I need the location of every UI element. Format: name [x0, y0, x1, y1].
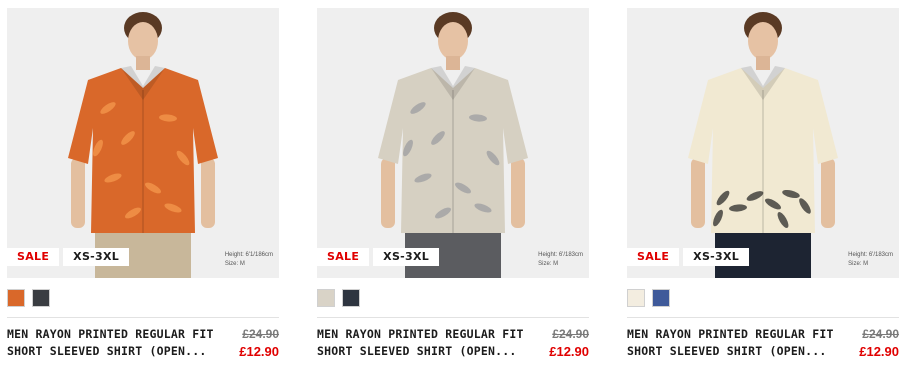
product-grid: SALE XS-3XL Height: 6'1/186cm Size: M ME…: [0, 0, 908, 380]
size-range-badge: XS-3XL: [63, 248, 130, 266]
right-arm: [201, 158, 215, 228]
model-height: Height: 6'/183cm: [538, 252, 583, 258]
product-image[interactable]: SALE XS-3XL Height: 6'/183cm Size: M: [627, 8, 899, 278]
model-info: Height: 6'/183cm Size: M: [848, 251, 893, 269]
sale-price: £12.90: [549, 344, 589, 359]
head: [438, 22, 468, 60]
head: [128, 22, 158, 60]
product-name-line: SHORT SLEEVED SHIRT (OPEN...: [7, 344, 207, 358]
sale-badge: SALE: [7, 248, 60, 266]
color-swatch[interactable]: [627, 289, 645, 307]
model-size: Size: M: [848, 261, 869, 267]
original-price: £24.90: [552, 327, 589, 341]
color-swatch[interactable]: [317, 289, 335, 307]
product-name-line: MEN RAYON PRINTED REGULAR FIT: [317, 327, 524, 341]
model-photo: [68, 12, 218, 278]
product-name-line: MEN RAYON PRINTED REGULAR FIT: [627, 327, 834, 341]
model-height: Height: 6'1/186cm: [224, 252, 273, 258]
color-swatch[interactable]: [342, 289, 360, 307]
color-swatches: [7, 289, 50, 307]
neck: [136, 56, 150, 70]
model-size: Size: M: [538, 261, 559, 267]
sale-badge: SALE: [627, 248, 680, 266]
size-range-badge: XS-3XL: [373, 248, 440, 266]
product-card[interactable]: SALE XS-3XL Height: 6'1/186cm Size: M ME…: [7, 8, 279, 376]
model-photo: [688, 12, 838, 278]
divider: [627, 317, 899, 318]
left-arm: [381, 158, 395, 228]
product-name-line: SHORT SLEEVED SHIRT (OPEN...: [317, 344, 517, 358]
neck: [756, 56, 770, 70]
model-info: Height: 6'1/186cm Size: M: [225, 251, 273, 269]
left-arm: [691, 158, 705, 228]
product-name-link[interactable]: MEN RAYON PRINTED REGULAR FIT SHORT SLEE…: [317, 326, 524, 360]
color-swatch[interactable]: [32, 289, 50, 307]
original-price: £24.90: [242, 327, 279, 341]
right-arm: [511, 158, 525, 228]
product-name-line: SHORT SLEEVED SHIRT (OPEN...: [627, 344, 827, 358]
color-swatches: [627, 289, 670, 307]
product-card[interactable]: SALE XS-3XL Height: 6'/183cm Size: M MEN…: [317, 8, 589, 376]
product-name-line: MEN RAYON PRINTED REGULAR FIT: [7, 327, 214, 341]
color-swatch[interactable]: [652, 289, 670, 307]
size-range-badge: XS-3XL: [683, 248, 750, 266]
head: [748, 22, 778, 60]
model-photo: [378, 12, 528, 278]
product-image[interactable]: SALE XS-3XL Height: 6'1/186cm Size: M: [7, 8, 279, 278]
divider: [7, 317, 279, 318]
right-arm: [821, 158, 835, 228]
neck: [446, 56, 460, 70]
product-image[interactable]: SALE XS-3XL Height: 6'/183cm Size: M: [317, 8, 589, 278]
price-block: £24.90 £12.90: [859, 326, 899, 360]
color-swatch[interactable]: [7, 289, 25, 307]
badge-group: SALE XS-3XL: [317, 248, 440, 266]
color-swatches: [317, 289, 360, 307]
model-info: Height: 6'/183cm Size: M: [538, 251, 583, 269]
original-price: £24.90: [862, 327, 899, 341]
sale-price: £12.90: [859, 344, 899, 359]
sale-badge: SALE: [317, 248, 370, 266]
divider: [317, 317, 589, 318]
badge-group: SALE XS-3XL: [627, 248, 750, 266]
model-height: Height: 6'/183cm: [848, 252, 893, 258]
product-card[interactable]: SALE XS-3XL Height: 6'/183cm Size: M MEN…: [627, 8, 899, 376]
product-name-link[interactable]: MEN RAYON PRINTED REGULAR FIT SHORT SLEE…: [7, 326, 214, 360]
sale-price: £12.90: [239, 344, 279, 359]
left-arm: [71, 158, 85, 228]
model-size: Size: M: [224, 261, 245, 267]
badge-group: SALE XS-3XL: [7, 248, 130, 266]
price-block: £24.90 £12.90: [549, 326, 589, 360]
price-block: £24.90 £12.90: [239, 326, 279, 360]
product-name-link[interactable]: MEN RAYON PRINTED REGULAR FIT SHORT SLEE…: [627, 326, 834, 360]
